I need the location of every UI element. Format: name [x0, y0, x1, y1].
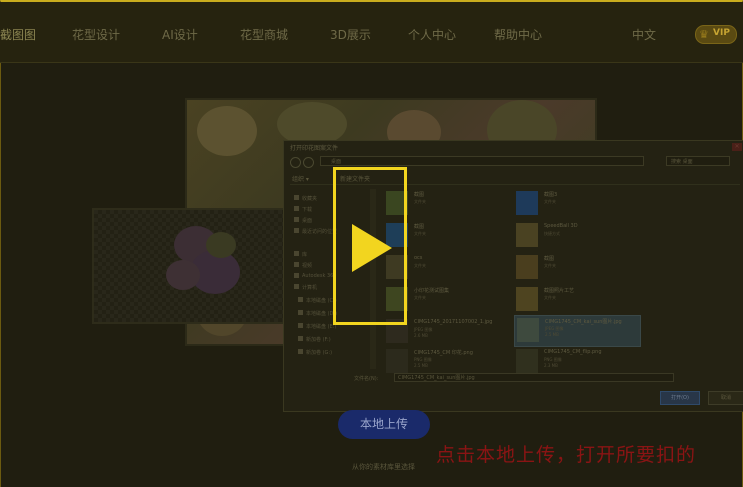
folder-icon — [294, 262, 299, 267]
local-upload-button[interactable]: 本地上传 — [338, 410, 430, 439]
address-input[interactable]: 桌面 — [320, 156, 644, 166]
folder-icon — [516, 287, 538, 311]
folder-icon — [516, 255, 538, 279]
library-icon — [294, 251, 299, 256]
cancel-button[interactable]: 取消 — [708, 391, 743, 405]
image-thumbnail — [516, 349, 538, 373]
back-icon[interactable] — [290, 157, 301, 168]
file-item-selected[interactable]: CIMG1745_CM_kai_sun图片.jpg JPEG 图像 2.5 MB — [514, 315, 641, 347]
shortcut-icon — [516, 223, 538, 247]
nav-item-3d-display[interactable]: 3D展示 — [330, 26, 371, 43]
nav-item-ai-design[interactable]: AI设计 — [162, 26, 198, 43]
drive-icon — [298, 323, 303, 328]
video-play-button[interactable] — [333, 167, 407, 325]
folder-icon — [294, 228, 299, 233]
drive-icon — [298, 336, 303, 341]
image-thumbnail — [386, 349, 408, 373]
file-item[interactable]: 截图 文件夹 — [514, 253, 639, 283]
language-switch[interactable]: 中文 — [632, 26, 656, 43]
computer-icon — [294, 284, 299, 289]
search-input[interactable]: 搜索 桌面 — [666, 156, 730, 166]
instruction-caption: 点击本地上传，打开所要扣的 — [436, 444, 697, 466]
forward-icon[interactable] — [303, 157, 314, 168]
drive-icon — [298, 297, 303, 302]
app-shortcut-icon — [516, 191, 538, 215]
folder-icon — [294, 217, 299, 222]
filename-label: 文件名(N): — [354, 376, 379, 382]
nav-item-help-center[interactable]: 帮助中心 — [494, 26, 542, 43]
open-button[interactable]: 打开(O) — [660, 391, 700, 405]
drive-icon — [298, 349, 303, 354]
nav-item-pattern-mall[interactable]: 花型商城 — [240, 26, 288, 43]
file-item[interactable]: 截图3 文件夹 — [514, 189, 639, 219]
nav-item-user-center[interactable]: 个人中心 — [408, 26, 456, 43]
drive-icon — [298, 310, 303, 315]
file-item[interactable]: 截图照片工艺 文件夹 — [514, 285, 639, 315]
library-hint-link[interactable]: 从你的素材库里选择 — [352, 462, 415, 472]
nav-item-pattern-design[interactable]: 花型设计 — [72, 26, 120, 43]
dialog-close-button[interactable]: ✕ — [732, 143, 742, 151]
image-thumbnail — [517, 318, 539, 342]
file-list: 截图 文件夹 截图3 文件夹 截图 文件夹 SpeedBall 3D 快捷方式 … — [384, 189, 734, 373]
nav-item-home[interactable]: 截图图 — [0, 26, 36, 43]
dialog-title: 打开印花图案文件 — [290, 145, 339, 152]
star-icon — [294, 195, 299, 200]
crown-icon: ♛ — [699, 28, 709, 41]
transparent-cutout-preview — [92, 208, 286, 324]
vip-badge[interactable]: ♛ VIP — [695, 25, 737, 44]
top-nav: 截图图 花型设计 AI设计 花型商城 3D展示 个人中心 帮助中心 中文 ♛ V… — [0, 2, 743, 63]
organize-button[interactable]: 组织 ▾ — [292, 174, 309, 183]
play-icon — [352, 224, 392, 272]
file-item[interactable]: SpeedBall 3D 快捷方式 — [514, 221, 639, 251]
cloud-icon — [294, 273, 299, 278]
folder-icon — [294, 206, 299, 211]
filename-input[interactable]: CIMG1745_CM_kai_sun图片.jpg — [394, 373, 674, 382]
